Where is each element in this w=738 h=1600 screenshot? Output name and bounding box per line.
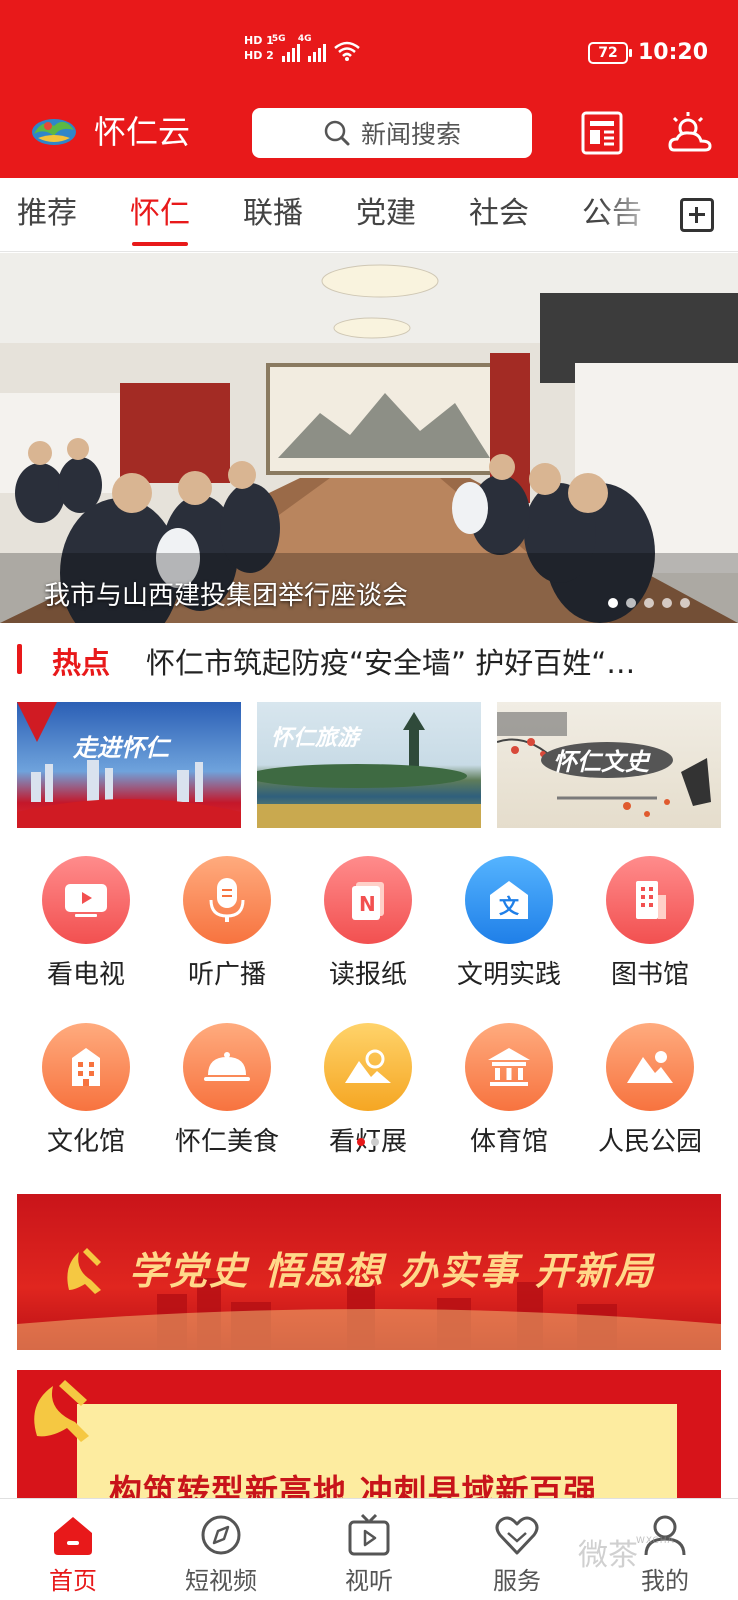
- tv-play-icon: [348, 1513, 390, 1556]
- service-peoples-park[interactable]: 人民公园: [580, 1023, 720, 1158]
- hot-news-ticker[interactable]: 热点 怀仁市筑起防疫“安全墙” 护好百姓“…: [0, 636, 738, 696]
- slide-dot[interactable]: [644, 598, 654, 608]
- watermark: 微茶: [578, 1538, 638, 1573]
- newspaper-icon: N: [324, 856, 412, 944]
- promo-slogan: 构筑转型新高地 冲刺县域新百强: [109, 1472, 598, 1500]
- service-label: 人民公园: [597, 1127, 702, 1157]
- service-label: 听广播: [187, 960, 266, 990]
- banner-title: 走进怀仁: [73, 733, 169, 762]
- wifi-icon: [334, 41, 360, 61]
- hd1-badge: HD 1: [244, 34, 274, 47]
- nav-label: 首页: [49, 1567, 97, 1595]
- tab-recommend[interactable]: 推荐: [17, 194, 77, 234]
- slide-dot[interactable]: [680, 598, 690, 608]
- service-label: 文化馆: [46, 1127, 125, 1157]
- banner-title: 怀仁文史: [553, 747, 649, 776]
- hero-carousel[interactable]: 我市与山西建投集团举行座谈会: [0, 253, 738, 623]
- service-label: 读报纸: [328, 960, 407, 990]
- banner-title: 怀仁旅游: [271, 725, 360, 751]
- signal-4g-icon: 4G: [298, 34, 326, 62]
- culture-hall-icon: [42, 1023, 130, 1111]
- party-emblem-icon: [67, 1248, 101, 1294]
- hero-caption: 我市与山西建投集团举行座谈会: [44, 581, 409, 611]
- civility-icon: 文: [465, 856, 553, 944]
- add-channel-icon[interactable]: [680, 198, 714, 232]
- nav-short-video[interactable]: 短视频: [161, 1513, 281, 1596]
- search-placeholder: 新闻搜索: [360, 120, 461, 149]
- food-cloche-icon: [183, 1023, 271, 1111]
- app-name: 怀仁云: [94, 113, 191, 151]
- hot-headline[interactable]: 怀仁市筑起防疫“安全墙” 护好百姓“…: [146, 640, 716, 682]
- search-icon: [324, 120, 350, 146]
- service-page-indicator: [357, 1138, 379, 1146]
- home-icon: [54, 1517, 92, 1555]
- signal-indicators: HD 1 HD 2 5G 4G: [244, 34, 360, 62]
- nav-label: 视听: [345, 1567, 393, 1595]
- svg-text:N: N: [359, 892, 376, 916]
- app-logo-icon: [32, 119, 76, 145]
- slide-dot[interactable]: [626, 598, 636, 608]
- compass-icon: [201, 1515, 241, 1555]
- tab-society[interactable]: 社会: [469, 194, 529, 234]
- service-label: 文明实践: [456, 960, 561, 990]
- banner-zoujin-huairen[interactable]: 走进怀仁: [17, 702, 241, 828]
- hot-label: 热点: [52, 646, 111, 680]
- promo-banner-party-history[interactable]: 学党史 悟思想 办实事 开新局: [17, 1194, 721, 1350]
- battery-indicator: 72: [588, 42, 632, 64]
- svg-text:文: 文: [499, 894, 520, 918]
- user-icon: [644, 1515, 686, 1556]
- nav-label: 服务: [493, 1567, 541, 1595]
- banner-huairen-history[interactable]: 怀仁文史: [497, 702, 721, 828]
- slide-dot[interactable]: [662, 598, 672, 608]
- watermark-sub: WXCHA: [636, 1536, 675, 1546]
- banner-huairen-tourism[interactable]: 怀仁旅游: [257, 702, 481, 828]
- clock: 10:20: [638, 40, 709, 65]
- service-label: 体育馆: [469, 1127, 548, 1157]
- service-label: 看电视: [46, 960, 125, 990]
- service-library[interactable]: 图书馆: [580, 856, 720, 991]
- service-culture-hall[interactable]: 文化馆: [16, 1023, 156, 1158]
- party-emblem-icon: [34, 1380, 89, 1442]
- search-box[interactable]: 新闻搜索: [252, 108, 532, 158]
- service-stadium[interactable]: 体育馆: [439, 1023, 579, 1158]
- stadium-icon: [465, 1023, 553, 1111]
- tab-lianbo[interactable]: 联播: [243, 194, 303, 234]
- mountain-icon: [606, 1023, 694, 1111]
- hero-image: [0, 253, 738, 623]
- building-icon: [606, 856, 694, 944]
- nav-label: 短视频: [185, 1567, 257, 1595]
- page-dot[interactable]: [357, 1138, 365, 1146]
- tab-huairen[interactable]: 怀仁: [130, 194, 190, 246]
- slide-dot[interactable]: [608, 598, 618, 608]
- service-label: 怀仁美食: [174, 1127, 279, 1157]
- service-radio[interactable]: 听广播: [157, 856, 297, 991]
- promo-slogan: 学党史 悟思想 办实事 开新局: [129, 1248, 655, 1293]
- service-label: 图书馆: [610, 960, 689, 990]
- nav-home[interactable]: 首页: [13, 1513, 133, 1596]
- hd-badges: HD 1 HD 2: [244, 34, 274, 62]
- status-bar: HD 1 HD 2 5G 4G 72 10:20: [0, 30, 738, 76]
- service-newspaper[interactable]: N 读报纸: [298, 856, 438, 991]
- heart-icon: [495, 1516, 539, 1555]
- nav-audio-visual[interactable]: 视听: [309, 1513, 429, 1596]
- microphone-icon: [183, 856, 271, 944]
- tab-dangjian[interactable]: 党建: [356, 194, 416, 234]
- service-watch-tv[interactable]: 看电视: [16, 856, 156, 991]
- weather-icon[interactable]: [668, 110, 712, 156]
- channel-tabs: 推荐 怀仁 联播 党建 社会 公告: [0, 178, 738, 252]
- tv-icon: [42, 856, 130, 944]
- hd2-badge: HD 2: [244, 49, 274, 62]
- landscape-icon: [324, 1023, 412, 1111]
- hero-slide-dots: [608, 598, 690, 608]
- top-bar: HD 1 HD 2 5G 4G 72 10:20 怀仁云 新闻搜索: [0, 0, 738, 178]
- newspaper-icon[interactable]: [580, 110, 624, 156]
- promo-banner-transformation[interactable]: 构筑转型新高地 冲刺县域新百强: [17, 1370, 721, 1500]
- nav-service[interactable]: 服务: [457, 1513, 577, 1596]
- service-civility-practice[interactable]: 文 文明实践: [439, 856, 579, 991]
- service-huairen-food[interactable]: 怀仁美食: [157, 1023, 297, 1158]
- page-dot[interactable]: [371, 1138, 379, 1146]
